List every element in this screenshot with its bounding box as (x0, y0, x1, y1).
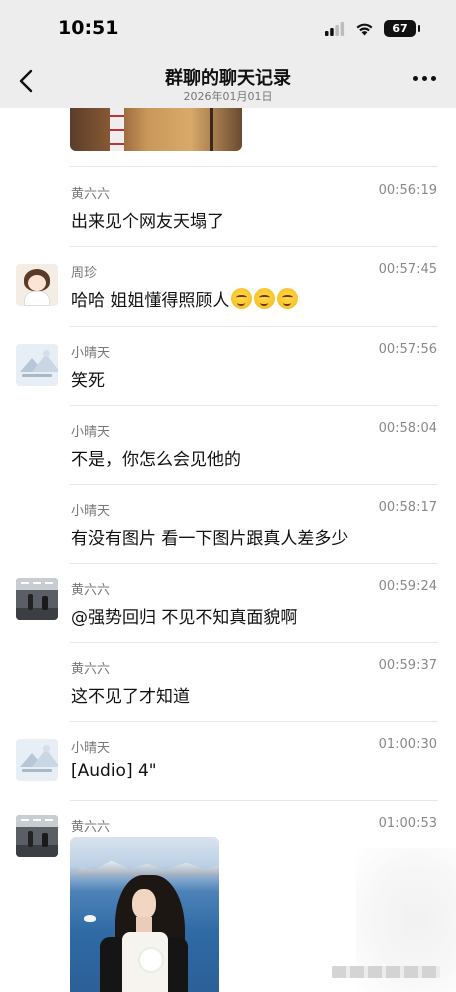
watermark (332, 966, 440, 978)
divider (70, 484, 438, 485)
list-item[interactable]: 周珍 00:57:45 哈哈 姐姐懂得照顾人 (0, 246, 456, 326)
avatar-light (45, 819, 53, 821)
list-item[interactable]: 小晴天 01:00:30 [Audio] 4" (0, 721, 456, 800)
avatar-ceiling (16, 815, 58, 827)
message-text: @强势回归 不见不知真面貌啊 (71, 608, 298, 628)
list-item[interactable]: 小晴天 00:58:17 有没有图片 看一下图片跟真人差多少 (0, 484, 456, 563)
message-time: 00:59:24 (378, 579, 437, 594)
avatar-light (21, 582, 29, 584)
avatar-figure (28, 831, 33, 847)
avatar[interactable] (16, 815, 58, 857)
emoji-group (231, 288, 299, 309)
avatar-light (45, 582, 53, 584)
divider (70, 405, 438, 406)
avatar[interactable] (16, 739, 58, 781)
avatar-figure (42, 596, 48, 610)
list-item[interactable]: 黄六六 00:59:37 这不见了才知道 (0, 642, 456, 721)
more-dot (431, 76, 436, 81)
message-time: 00:56:19 (378, 183, 437, 198)
image-message[interactable] (70, 837, 219, 992)
message-time: 01:00:53 (378, 816, 437, 831)
avatar-body (24, 291, 50, 306)
photo-face (132, 889, 156, 919)
avatar-caption (22, 769, 52, 772)
nav-bar: 群聊的聊天记录 2026年01月01日 (0, 54, 456, 108)
avatar-light (33, 582, 41, 584)
grimace-emoji-icon (231, 288, 253, 309)
image-message-partial[interactable] (70, 108, 242, 151)
cellular-signal-icon (325, 21, 345, 36)
avatar-figure (28, 594, 33, 610)
avatar-face (28, 275, 46, 291)
sender-name: 周珍 (71, 266, 98, 281)
photo-swan (84, 915, 96, 922)
avatar-caption (22, 374, 52, 377)
divider (70, 721, 438, 722)
message-time: 00:58:17 (378, 500, 437, 515)
message-text: 笑死 (71, 371, 105, 391)
message-text: 出来见个网友天塌了 (71, 212, 224, 232)
grimace-emoji-icon (277, 288, 299, 309)
message-text: 有没有图片 看一下图片跟真人差多少 (71, 529, 349, 549)
more-button[interactable] (413, 76, 436, 81)
message-content: 哈哈 姐姐懂得照顾人 (71, 286, 299, 311)
status-icons: 67 (325, 20, 420, 37)
message-text: 不是，你怎么会见他的 (71, 450, 241, 470)
message-text: 哈哈 姐姐懂得照顾人 (71, 291, 230, 311)
wifi-icon (356, 23, 373, 35)
message-time: 01:00:30 (378, 737, 437, 752)
sender-name: 黄六六 (71, 662, 111, 677)
avatar[interactable] (16, 578, 58, 620)
list-item[interactable]: 黄六六 00:59:24 @强势回归 不见不知真面貌啊 (0, 563, 456, 642)
divider (70, 800, 438, 801)
avatar-ceiling (16, 578, 58, 590)
more-horizontal-icon (413, 76, 418, 81)
message-time: 00:59:37 (378, 658, 437, 673)
avatar-light (21, 819, 29, 821)
avatar-floor (16, 845, 58, 857)
sender-name: 小晴天 (71, 425, 111, 440)
message-time: 00:57:56 (378, 342, 437, 357)
status-time: 10:51 (58, 17, 119, 39)
list-item[interactable]: 小晴天 00:58:04 不是，你怎么会见他的 (0, 405, 456, 484)
divider (70, 326, 438, 327)
sender-name: 小晴天 (71, 346, 111, 361)
audio-message[interactable]: [Audio] 4" (71, 761, 157, 781)
chat-history[interactable]: 黄六六 00:56:19 出来见个网友天塌了 周珍 00:57:45 哈哈 姐姐… (0, 108, 456, 992)
message-text: 这不见了才知道 (71, 687, 190, 707)
avatar[interactable] (16, 344, 58, 386)
divider (70, 642, 438, 643)
message-time: 00:58:04 (378, 421, 437, 436)
avatar-floor (16, 608, 58, 620)
avatar-light (33, 819, 41, 821)
message-time: 00:57:45 (378, 262, 437, 277)
divider (70, 166, 438, 167)
image-detail (210, 108, 213, 151)
photo-flower (140, 949, 162, 971)
page-title: 群聊的聊天记录 (165, 68, 291, 89)
more-dot (422, 76, 427, 81)
avatar-sun (43, 745, 50, 752)
list-item[interactable]: 黄六六 00:56:19 出来见个网友天塌了 (0, 166, 456, 246)
grimace-emoji-icon (254, 288, 276, 309)
avatar[interactable] (16, 264, 58, 306)
image-detail (110, 108, 124, 151)
sender-name: 黄六六 (71, 820, 111, 835)
divider (70, 246, 438, 247)
sender-name: 小晴天 (71, 504, 111, 519)
divider (70, 563, 438, 564)
status-bar: 10:51 67 (0, 0, 456, 54)
list-item[interactable]: 小晴天 00:57:56 笑死 (0, 326, 456, 405)
sender-name: 小晴天 (71, 741, 111, 756)
page-subtitle: 2026年01月01日 (183, 90, 273, 103)
sender-name: 黄六六 (71, 187, 111, 202)
avatar-sun (43, 350, 50, 357)
avatar-figure (42, 833, 48, 847)
sender-name: 黄六六 (71, 583, 111, 598)
battery-icon: 67 (384, 20, 420, 37)
